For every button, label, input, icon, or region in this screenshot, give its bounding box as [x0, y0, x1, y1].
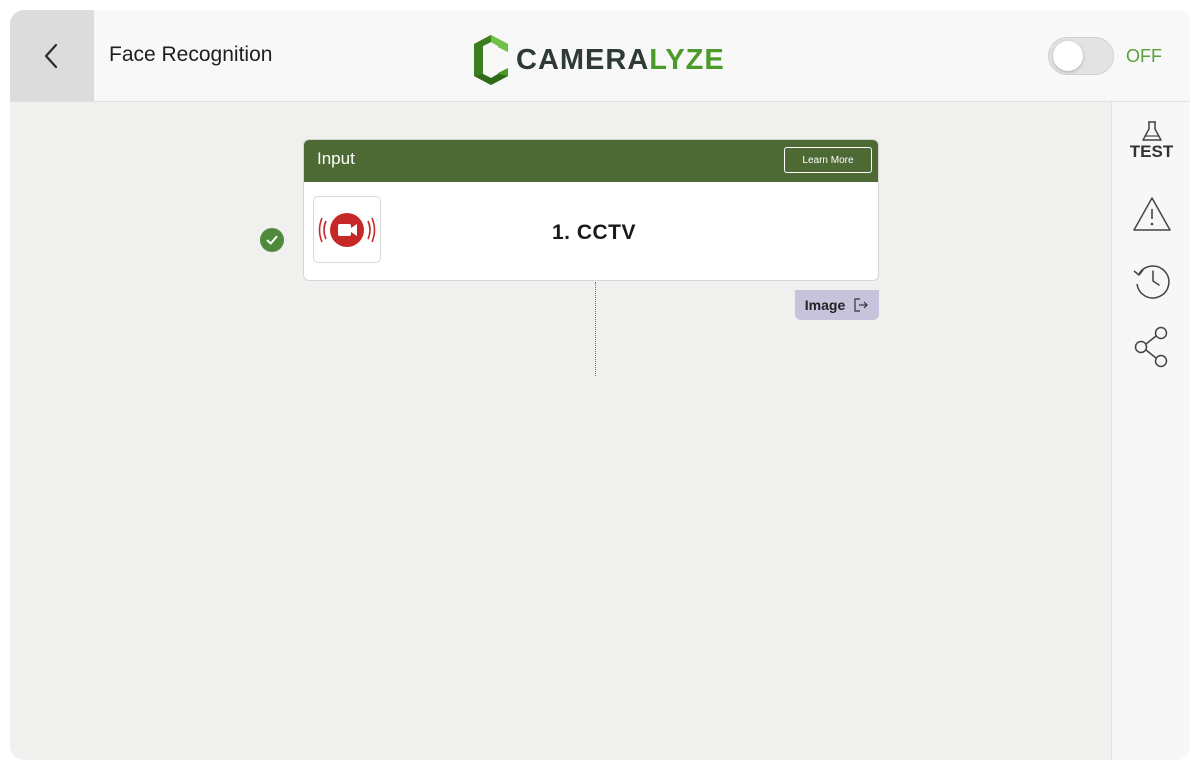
page-title: Face Recognition: [109, 43, 273, 66]
warning-button[interactable]: [1112, 195, 1190, 233]
node-thumbnail: [313, 196, 381, 263]
node-label: 1. CCTV: [551, 221, 636, 244]
share-icon: [1134, 326, 1167, 368]
output-label: Image: [804, 297, 846, 313]
flask-icon: [1141, 121, 1162, 141]
export-icon: [854, 298, 869, 312]
warning-icon: [1132, 197, 1171, 231]
camera-logo: CAMERALYZE: [472, 32, 725, 88]
toggle-state-label: OFF: [1126, 46, 1162, 66]
flow-canvas[interactable]: Input Learn More 1. CCTV Image: [10, 102, 1111, 760]
connector-line: [595, 282, 596, 376]
status-check-icon: [260, 228, 284, 252]
logo-mark-icon: [474, 35, 508, 85]
node-header: Input Learn More: [304, 140, 878, 182]
cctv-camera-icon: [318, 212, 376, 247]
chevron-left-icon: [44, 43, 58, 68]
power-toggle[interactable]: [1048, 37, 1114, 75]
share-button[interactable]: [1112, 325, 1190, 369]
logo-text-part2: LYZE: [649, 43, 725, 76]
toggle-knob: [1053, 41, 1083, 71]
top-header: Face Recognition CAMERALYZE OFF: [10, 10, 1190, 102]
logo-text-part1: CAMERA: [516, 43, 650, 76]
learn-more-button[interactable]: Learn More: [784, 147, 872, 173]
output-port-image[interactable]: Image: [795, 290, 879, 320]
right-toolbar: TEST: [1111, 102, 1190, 760]
back-button[interactable]: [10, 10, 94, 101]
test-button[interactable]: TEST: [1112, 120, 1190, 162]
test-label: TEST: [1129, 142, 1174, 161]
history-icon: [1133, 265, 1170, 299]
history-button[interactable]: [1112, 260, 1190, 300]
node-title: Input: [317, 149, 355, 168]
app-window: Face Recognition CAMERALYZE OFF Input Le…: [10, 10, 1190, 760]
input-node[interactable]: Input Learn More 1. CCTV: [303, 139, 879, 281]
